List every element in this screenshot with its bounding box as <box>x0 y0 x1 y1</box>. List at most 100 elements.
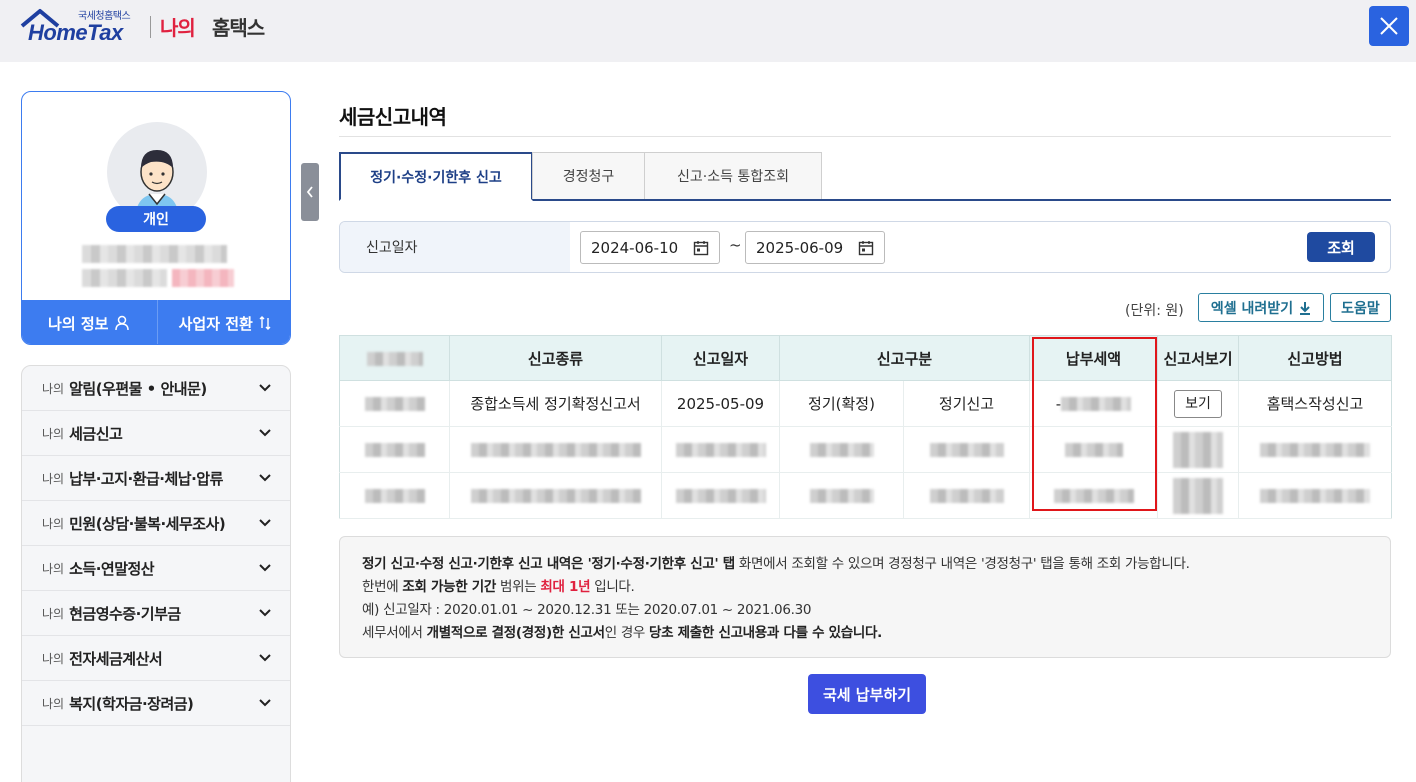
profile-actions: 나의 정보 사업자 전환 <box>22 300 291 344</box>
logo-divider <box>150 16 151 38</box>
menu-item-cash-receipt[interactable]: 나의 현금영수증·기부금 <box>22 591 290 636</box>
column-header-view: 신고서보기 <box>1157 335 1240 381</box>
menu-item-e-invoice[interactable]: 나의 전자세금계산서 <box>22 636 290 681</box>
search-button[interactable]: 조회 <box>1307 232 1375 262</box>
view-report-button[interactable]: 보기 <box>1174 389 1223 418</box>
masked-cell <box>1157 426 1239 473</box>
column-header-type: 신고종류 <box>449 335 662 381</box>
tab-integrated-inquiry[interactable]: 신고·소득 통합조회 <box>644 152 822 199</box>
menu-item-payment[interactable]: 나의 납부·고지·환급·체납·압류 <box>22 456 290 501</box>
calendar-icon[interactable] <box>858 240 874 256</box>
chevron-down-icon <box>259 519 271 527</box>
masked-cell <box>1029 472 1158 519</box>
switch-business-button[interactable]: 사업자 전환 <box>156 300 291 344</box>
menu-prefix: 나의 <box>42 381 65 396</box>
my-info-label: 나의 정보 <box>48 314 109 333</box>
view-cell: 보기 <box>1157 380 1239 427</box>
tab-bar: 정기·수정·기한후 신고 경정청구 신고·소득 통합조회 <box>339 152 1391 201</box>
page-title: 세금신고내역 <box>339 105 447 129</box>
masked-cell <box>339 426 450 473</box>
menu-label: 납부·고지·환급·체납·압류 <box>69 469 223 488</box>
menu-label: 복지(학자금·장려금) <box>69 694 194 713</box>
menu-prefix: 나의 <box>42 426 65 441</box>
pay-national-tax-button[interactable]: 국세 납부하기 <box>808 674 926 714</box>
swap-icon <box>259 316 271 330</box>
notice-bold: 정기 신고·수정 신고·기한후 신고 내역은 '정기·수정·기한후 신고' 탭 <box>362 556 735 572</box>
switch-business-label: 사업자 전환 <box>178 314 253 333</box>
column-header-date: 신고일자 <box>661 335 780 381</box>
masked-cell <box>339 472 450 519</box>
tab-correction-claim[interactable]: 경정청구 <box>532 152 645 199</box>
excel-download-label: 엑셀 내려받기 <box>1210 300 1294 317</box>
menu-item-tax-filing[interactable]: 나의 세금신고 <box>22 411 290 456</box>
side-menu: 나의 알림(우편물 • 안내문) 나의 세금신고 나의 납부·고지·환급·체납·… <box>21 365 291 782</box>
help-button[interactable]: 도움말 <box>1330 293 1391 322</box>
start-date-input[interactable]: 2024-06-10 <box>580 231 720 264</box>
notice-highlight: 최대 1년 <box>540 579 591 595</box>
notice-bold: 당초 제출한 신고내용과 다를 수 있습니다. <box>649 625 882 641</box>
masked-cell <box>661 472 780 519</box>
end-date-value: 2025-06-09 <box>756 238 844 257</box>
notice-text: 세무서에서 <box>362 625 427 641</box>
chevron-down-icon <box>259 654 271 662</box>
masked-cell <box>1238 472 1393 519</box>
sidebar-collapse-toggle[interactable] <box>301 163 319 221</box>
menu-item-welfare[interactable]: 나의 복지(학자금·장려금) <box>22 681 290 726</box>
column-header-category: 신고구분 <box>778 335 1031 381</box>
menu-item-income[interactable]: 나의 소득·연말정산 <box>22 546 290 591</box>
menu-label: 알림(우편물 • 안내문) <box>69 379 207 398</box>
menu-prefix: 나의 <box>42 471 65 486</box>
close-button[interactable] <box>1369 6 1409 46</box>
table-header-row: 신고종류 신고일자 신고구분 납부세액 신고서보기 신고방법 <box>339 335 1393 381</box>
filing-method-cell: 홈택스작성신고 <box>1238 380 1393 427</box>
menu-item-notifications[interactable]: 나의 알림(우편물 • 안내문) <box>22 366 290 411</box>
user-type-badge: 개인 <box>106 206 206 232</box>
my-info-button[interactable]: 나의 정보 <box>22 300 157 344</box>
excel-download-button[interactable]: 엑셀 내려받기 <box>1198 293 1324 322</box>
chevron-down-icon <box>259 699 271 707</box>
tab-regular-filing[interactable]: 정기·수정·기한후 신고 <box>339 152 533 201</box>
menu-item-civil-affairs[interactable]: 나의 민원(상담·불복·세무조사) <box>22 501 290 546</box>
masked-cell <box>339 380 450 427</box>
menu-label: 세금신고 <box>69 424 123 443</box>
hometax-logo[interactable]: 국세청홈택스 HomeTax <box>20 6 142 46</box>
notice-line-4: 세무서에서 개별적으로 결정(경정)한 신고서인 경우 당초 제출한 신고내용과… <box>362 622 1368 645</box>
notice-box: 정기 신고·수정 신고·기한후 신고 내역은 '정기·수정·기한후 신고' 탭 … <box>339 536 1391 658</box>
end-date-input[interactable]: 2025-06-09 <box>745 231 885 264</box>
menu-label: 민원(상담·불복·세무조사) <box>69 514 226 533</box>
table-row[interactable] <box>339 472 1393 519</box>
notice-bold: 개별적으로 결정(경정)한 신고서 <box>426 625 605 641</box>
masked-cell <box>1029 426 1158 473</box>
chevron-down-icon <box>259 609 271 617</box>
table-row[interactable]: 종합소득세 정기확정신고서 2025-05-09 정기(확정) 정기신고 - 보… <box>339 380 1393 427</box>
notice-text: 인 경우 <box>604 625 650 641</box>
masked-cell <box>1157 472 1239 519</box>
profile-card: 개인 나의 정보 사업자 전환 <box>21 91 291 345</box>
menu-label: 현금영수증·기부금 <box>69 604 181 623</box>
user-icon <box>115 315 130 331</box>
column-header-masked <box>339 335 450 381</box>
masked-cell <box>449 426 662 473</box>
menu-label: 전자세금계산서 <box>69 649 163 668</box>
masked-cell <box>1238 426 1393 473</box>
calendar-icon[interactable] <box>693 240 709 256</box>
menu-prefix: 나의 <box>42 606 65 621</box>
masked-user-status <box>172 269 234 287</box>
chevron-left-icon <box>306 186 313 198</box>
date-filter: 신고일자 2024-06-10 ~ 2025-06-09 조회 <box>339 221 1391 273</box>
date-separator: ~ <box>729 236 742 254</box>
notice-line-2: 한번에 조회 가능한 기간 범위는 최대 1년 입니다. <box>362 576 1368 599</box>
top-bar: 국세청홈택스 HomeTax 나의 홈택스 <box>0 0 1416 62</box>
masked-cell <box>902 472 1030 519</box>
unit-label: (단위: 원) <box>1125 303 1184 319</box>
menu-prefix: 나의 <box>42 561 65 576</box>
start-date-value: 2024-06-10 <box>591 238 679 257</box>
table-row[interactable] <box>339 426 1393 473</box>
masked-user-name <box>82 245 227 263</box>
close-icon <box>1380 17 1398 35</box>
download-icon <box>1300 301 1311 315</box>
column-header-tax-amount: 납부세액 <box>1029 335 1159 381</box>
masked-cell <box>449 472 662 519</box>
title-divider <box>339 136 1391 137</box>
notice-text: 입니다. <box>590 579 635 595</box>
